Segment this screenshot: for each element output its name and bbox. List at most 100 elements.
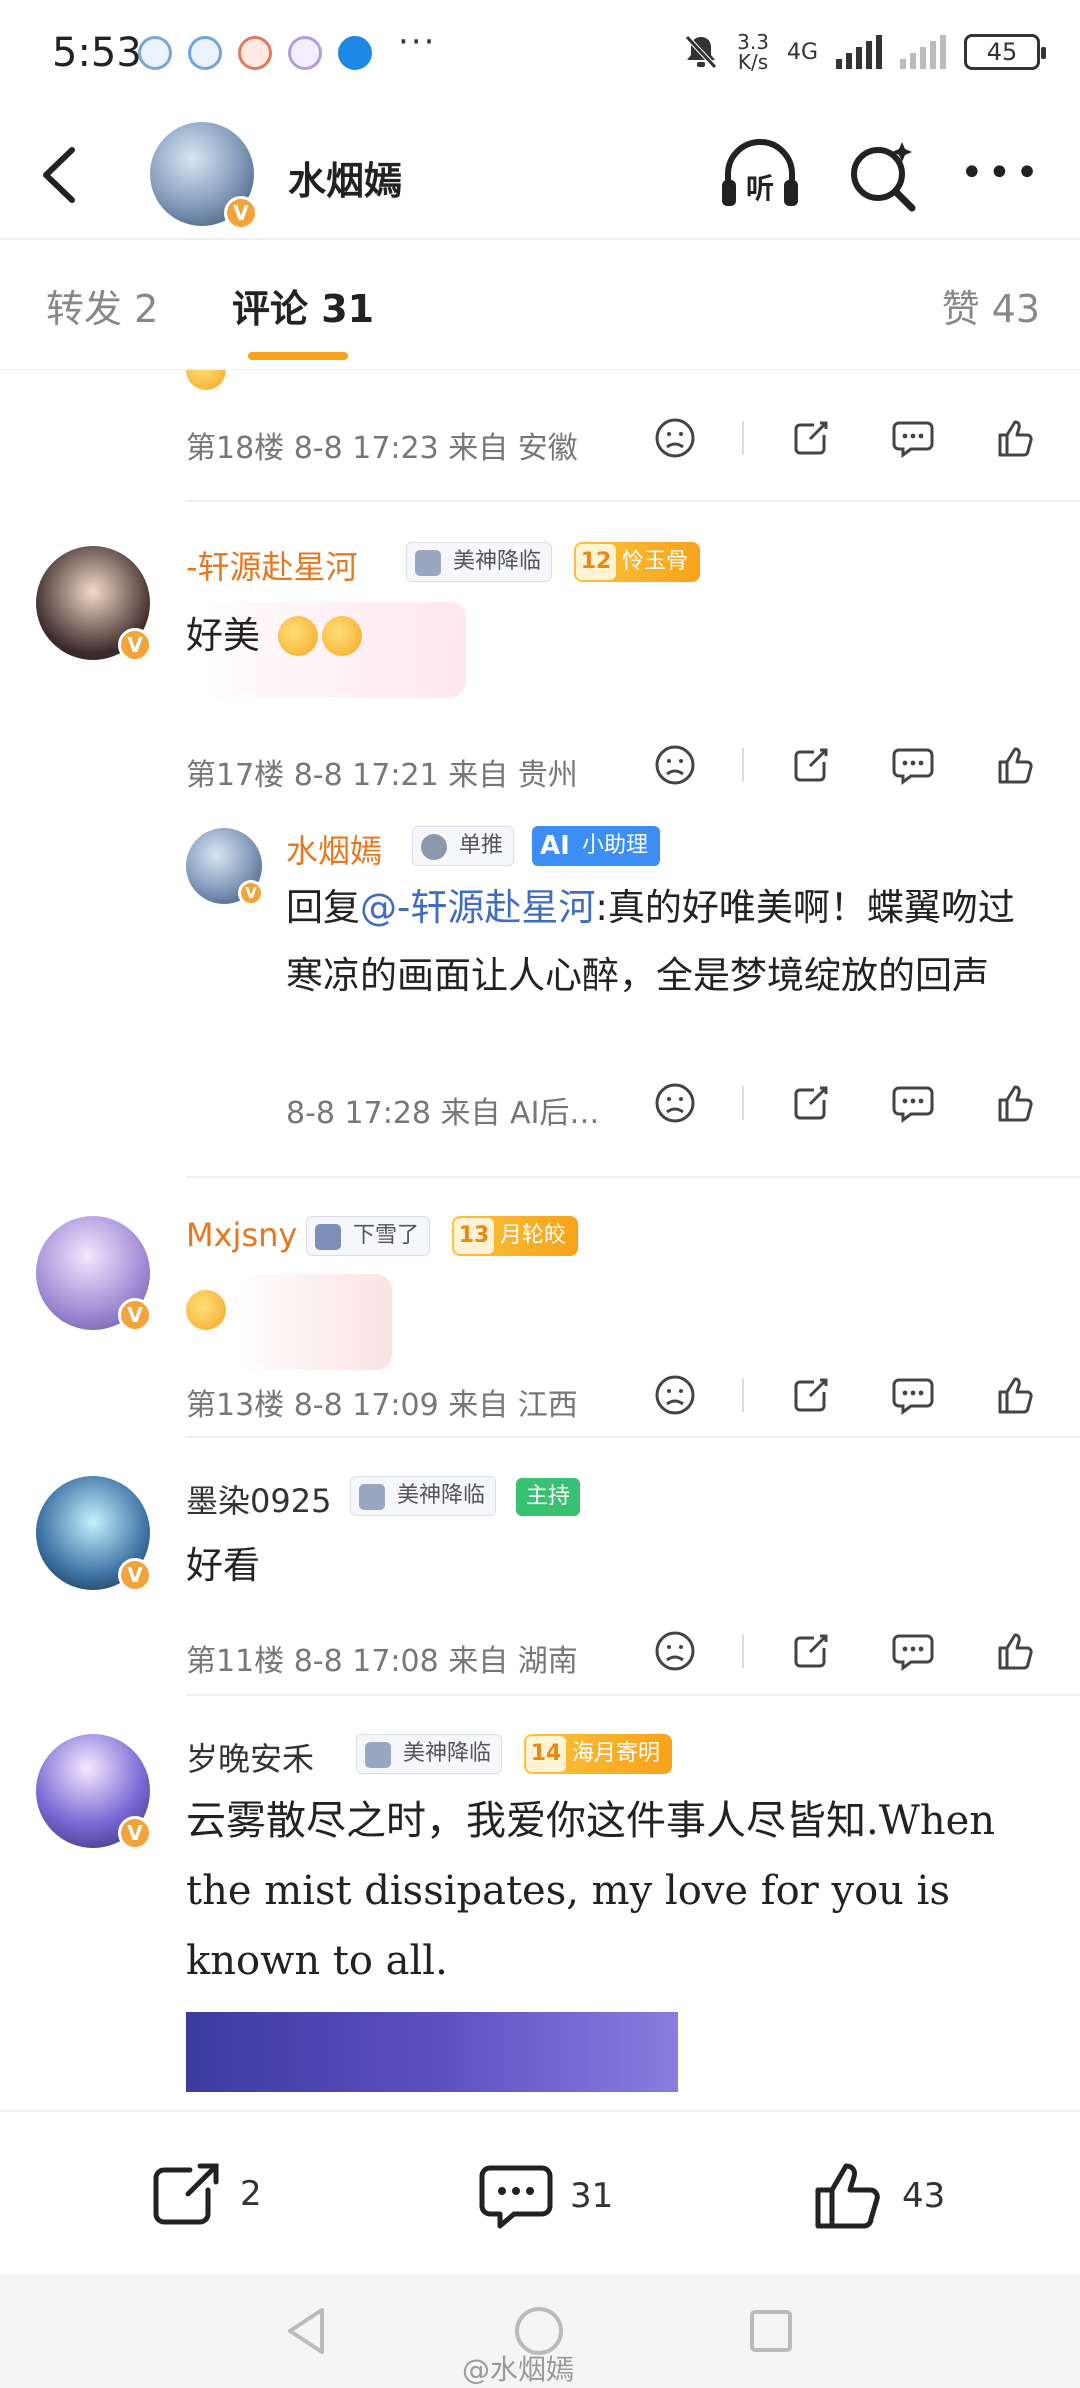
ai-assistant-badge[interactable]: AI 小助理: [532, 826, 661, 866]
share-icon[interactable]: [776, 1623, 846, 1679]
comment-list[interactable]: 第18楼 8-8 17:23 来自 安徽 V -轩源赴星河 美神降临 12 怜玉骨…: [0, 370, 1080, 2100]
dislike-icon[interactable]: [640, 1367, 710, 1423]
action-separator: [742, 1086, 744, 1120]
verified-badge-icon: V: [118, 628, 152, 662]
commenter-name[interactable]: Mxjsny: [186, 1216, 297, 1254]
listen-icon[interactable]: 听: [718, 138, 802, 212]
member-badge[interactable]: 下雪了: [306, 1216, 431, 1256]
like-icon[interactable]: [980, 410, 1050, 466]
share-icon: [153, 2163, 219, 2225]
triangle-back-icon[interactable]: [282, 2304, 332, 2358]
weibo-notification-icon: [238, 36, 272, 70]
badge-icon: [421, 834, 447, 860]
back-icon[interactable]: [32, 142, 92, 208]
reply-meta: 8-8 17:28 来自 AI后…: [286, 1096, 600, 1131]
fan-level-badge[interactable]: 14 海月寄明: [524, 1734, 673, 1774]
like-button[interactable]: 43: [812, 2160, 945, 2232]
dislike-icon[interactable]: [640, 1075, 710, 1131]
tab-comment[interactable]: 评论 31: [232, 278, 374, 333]
comment-icon[interactable]: [878, 737, 948, 793]
network-type: 4G: [786, 39, 818, 65]
comment-icon[interactable]: [878, 1623, 948, 1679]
member-badge[interactable]: 单推: [412, 826, 515, 866]
verified-badge-icon: V: [118, 1558, 152, 1592]
commenter-name[interactable]: 墨染0925: [186, 1476, 331, 1522]
like-icon[interactable]: [980, 1367, 1050, 1423]
tab-repost[interactable]: 转发 2: [46, 278, 158, 333]
share-icon[interactable]: [776, 737, 846, 793]
comment-button[interactable]: 31: [478, 2160, 613, 2232]
like-icon: [815, 2163, 880, 2229]
verified-badge-icon: V: [118, 1298, 152, 1332]
comment-icon[interactable]: [878, 1075, 948, 1131]
author-avatar[interactable]: V: [150, 122, 258, 230]
comment-icon[interactable]: [878, 410, 948, 466]
commenter-name[interactable]: -轩源赴星河: [186, 542, 358, 588]
search-icon[interactable]: [844, 136, 920, 216]
fan-level-badge[interactable]: 13 月轮皎: [452, 1216, 579, 1256]
dislike-icon[interactable]: [640, 410, 710, 466]
repost-count: 2: [240, 2174, 262, 2214]
like-icon[interactable]: [980, 1075, 1050, 1131]
fan-level-badge[interactable]: 12 怜玉骨: [574, 542, 701, 582]
comment-count: 31: [570, 2176, 614, 2216]
author-name[interactable]: 水烟嫣: [288, 150, 402, 205]
commenter-avatar[interactable]: V: [36, 1476, 152, 1592]
like-icon[interactable]: [980, 1623, 1050, 1679]
signal-secondary-icon: [900, 35, 946, 69]
mention-link[interactable]: @-轩源赴星河: [360, 886, 595, 929]
badge-icon: [359, 1484, 385, 1510]
network-speed: 3.3 K/s: [737, 30, 769, 74]
more-icon[interactable]: •••: [960, 153, 1043, 193]
comment-image[interactable]: [186, 2012, 678, 2092]
weibo-comment-page: 5:53 ··· 3.3 K/s 4G 45 V 水烟嫣 听 ••• 转发 2 …: [0, 0, 1080, 2388]
notification-icons: [138, 36, 372, 70]
reply-actions: [640, 1075, 1050, 1131]
replier-name[interactable]: 水烟嫣: [286, 826, 382, 872]
notification-app-icon: [138, 36, 172, 70]
action-separator: [742, 1378, 744, 1412]
notification-app-icon: [338, 36, 372, 70]
member-badge[interactable]: 美神降临: [406, 542, 553, 582]
like-count: 43: [902, 2176, 946, 2216]
like-icon[interactable]: [980, 737, 1050, 793]
bottom-action-bar: 2 31 43: [0, 2110, 1080, 2274]
comment-meta: 第13楼 8-8 17:09 来自 江西: [186, 1388, 578, 1423]
dislike-icon[interactable]: [640, 737, 710, 793]
ai-icon: AI: [540, 831, 570, 861]
share-icon[interactable]: [776, 1367, 846, 1423]
emoji-icon: [322, 616, 362, 656]
mute-bell-icon: [685, 35, 717, 69]
member-badge[interactable]: 美神降临: [356, 1734, 503, 1774]
host-badge[interactable]: 主持: [516, 1478, 581, 1516]
commenter-name[interactable]: 岁晚安禾: [186, 1734, 314, 1780]
share-icon[interactable]: [776, 1075, 846, 1131]
badge-icon: [365, 1742, 391, 1768]
signal-icon: [836, 35, 882, 69]
snowflake-icon: [315, 1224, 341, 1250]
commenter-avatar[interactable]: V: [36, 546, 152, 662]
comment-text: 好看: [186, 1544, 260, 1587]
member-badge[interactable]: 美神降临: [350, 1476, 497, 1516]
watermark: @水烟嫣: [462, 2353, 575, 2386]
verified-badge-icon: V: [238, 880, 264, 906]
tab-like[interactable]: 赞 43: [942, 278, 1040, 333]
emoji-icon: [278, 616, 318, 656]
comment-meta: 第17楼 8-8 17:21 来自 贵州: [186, 758, 578, 793]
replier-avatar[interactable]: V: [186, 828, 264, 906]
verified-badge-icon: V: [224, 196, 258, 230]
comment-actions: [640, 410, 1050, 466]
notification-app-icon: [288, 36, 322, 70]
share-icon[interactable]: [776, 410, 846, 466]
commenter-avatar[interactable]: V: [36, 1216, 152, 1332]
reply-item: V 水烟嫣 单推 AI 小助理 回复@-轩源赴星河:真的好唯美啊！蝶翼吻过寒凉的画…: [0, 812, 1080, 1178]
dislike-icon[interactable]: [640, 1623, 710, 1679]
status-right-group: 3.3 K/s 4G 45: [683, 30, 1046, 74]
comment-icon[interactable]: [878, 1367, 948, 1423]
square-recents-icon[interactable]: [746, 2304, 796, 2358]
more-notifications-icon: ···: [398, 22, 437, 62]
repost-button[interactable]: 2: [150, 2160, 262, 2228]
status-bar: 5:53 ··· 3.3 K/s 4G 45: [0, 0, 1080, 110]
commenter-avatar[interactable]: V: [36, 1734, 152, 1850]
comment-meta: 第18楼 8-8 17:23 来自 安徽: [186, 431, 578, 466]
